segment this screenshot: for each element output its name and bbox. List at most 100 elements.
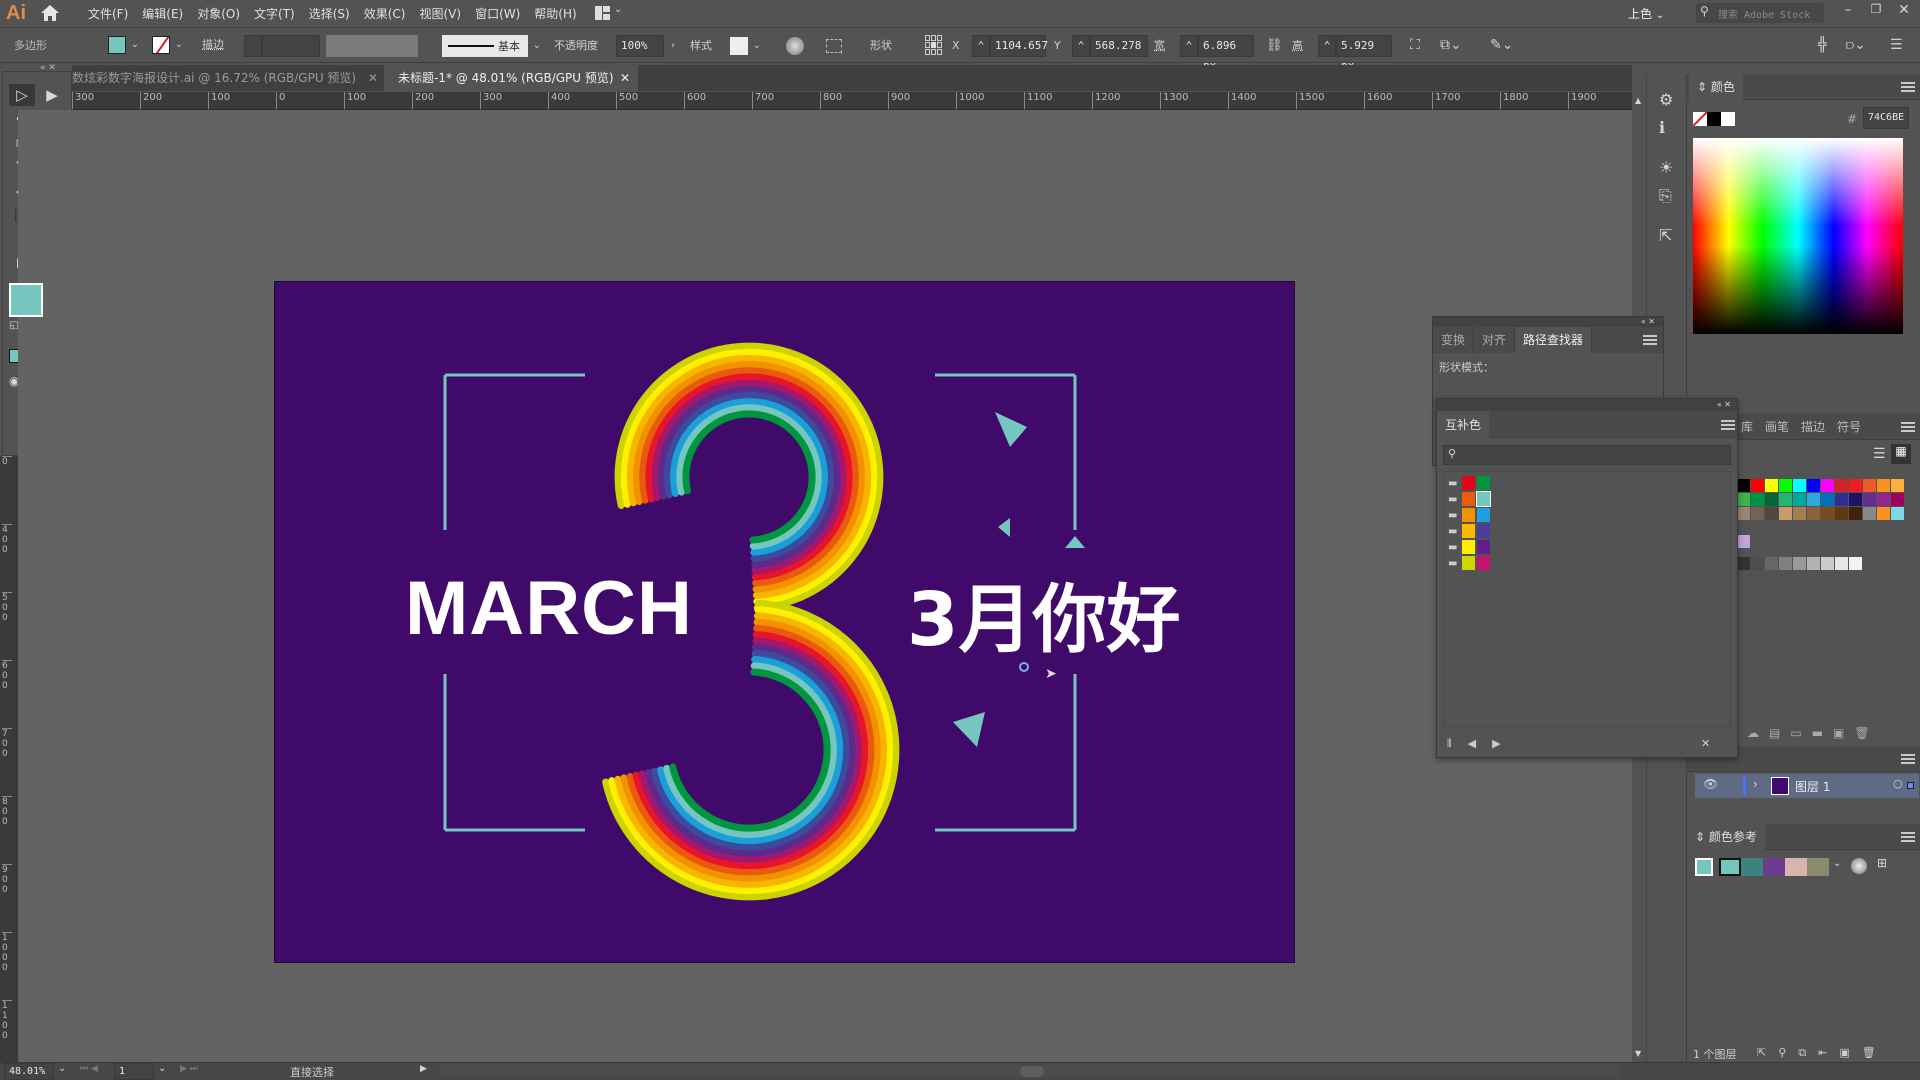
swatch[interactable] — [1835, 557, 1848, 570]
swatch[interactable] — [1863, 493, 1876, 506]
width-stepper[interactable]: ⌃ — [1180, 35, 1198, 57]
panel-menu-icon[interactable] — [1901, 82, 1915, 92]
color-swatch[interactable] — [1462, 556, 1475, 570]
tab-stroke[interactable]: 描边 — [1801, 414, 1825, 440]
panel-collapse-close[interactable]: « ✕ — [1437, 399, 1737, 411]
recolor-artwork-icon[interactable] — [786, 37, 804, 55]
menu-item[interactable]: 文字(T) — [254, 5, 295, 22]
fill-dropdown[interactable]: ⌄ — [128, 34, 142, 56]
align-to-icon[interactable] — [826, 39, 842, 53]
color-group-row[interactable]: ▬ — [1448, 524, 1490, 538]
tab-transform[interactable]: 变换 — [1433, 327, 1475, 353]
brush-dropdown[interactable]: ⌄ — [530, 35, 544, 57]
swatch[interactable] — [1751, 493, 1764, 506]
appearance-icon[interactable]: ☀ — [1659, 158, 1673, 177]
swatch[interactable] — [1863, 507, 1876, 520]
workspace-select[interactable]: 上色 ⌄ — [1628, 5, 1664, 22]
swatch-search-input[interactable]: ⚲ — [1443, 445, 1731, 465]
tab-pathfinder[interactable]: 路径查找器 — [1515, 327, 1593, 353]
menu-item[interactable]: 选择(S) — [309, 5, 350, 22]
selected-anchor-icon[interactable] — [1019, 662, 1029, 672]
menu-item[interactable]: 编辑(E) — [142, 5, 183, 22]
x-input[interactable]: 1104.657 — [990, 35, 1048, 57]
minimize-button[interactable]: – — [1834, 2, 1862, 24]
tab-color[interactable]: ⇕ 颜色 — [1689, 74, 1743, 100]
new-color-group-icon[interactable]: ▬ — [1812, 726, 1823, 740]
graphic-style-swatch[interactable] — [730, 37, 748, 55]
next-artboard-icon[interactable]: ▶ ⏭ — [180, 1064, 198, 1074]
align-icon[interactable]: ╬ — [1818, 34, 1826, 56]
status-menu-icon[interactable]: ▶ — [420, 1064, 427, 1074]
color-group-row[interactable]: ▬ — [1448, 508, 1490, 522]
menu-item[interactable]: 帮助(H) — [534, 5, 576, 22]
export-layer-icon[interactable]: ⇱ — [1757, 1046, 1766, 1060]
march-text[interactable]: MARCH — [405, 565, 693, 652]
save-color-group-icon[interactable]: ⊞ — [1877, 856, 1887, 870]
asset-export-icon[interactable]: ⎘ — [1659, 186, 1672, 206]
menu-item[interactable]: 文件(F) — [88, 5, 128, 22]
swatch[interactable] — [1821, 479, 1834, 492]
chinese-greeting-text[interactable]: 3月你好 — [907, 560, 1181, 667]
swatch[interactable] — [1737, 535, 1750, 548]
swatch[interactable] — [1737, 493, 1750, 506]
color-swatch[interactable] — [1462, 476, 1475, 490]
selection-tool-icon[interactable]: ▷ — [9, 84, 35, 106]
export-icon[interactable]: ⇱ — [1659, 226, 1672, 245]
home-icon[interactable] — [40, 4, 60, 22]
artboard-dropdown[interactable]: ⌄ — [158, 1063, 166, 1074]
color-swatch[interactable] — [1477, 556, 1490, 570]
selection-indicator[interactable] — [1907, 782, 1914, 789]
tab-libraries[interactable]: 库 — [1741, 414, 1753, 440]
delete-swatch-icon[interactable]: 🗑 — [1854, 726, 1869, 740]
color-group-row[interactable]: ▬ — [1448, 540, 1490, 554]
color-group-row[interactable]: ▬ — [1448, 491, 1491, 507]
swatch[interactable] — [1849, 479, 1862, 492]
swatch[interactable] — [1779, 479, 1792, 492]
reference-point-icon[interactable] — [925, 35, 943, 55]
swatch[interactable] — [1821, 507, 1834, 520]
swatch[interactable] — [1877, 493, 1890, 506]
swatch[interactable] — [1737, 507, 1750, 520]
color-swatch[interactable] — [1462, 524, 1475, 538]
opacity-input[interactable]: 100% — [616, 35, 664, 57]
color-group-row[interactable]: ▬ — [1448, 476, 1490, 490]
color-swatch[interactable] — [1462, 508, 1475, 522]
stroke-dropdown[interactable]: ⌄ — [172, 34, 186, 56]
info-icon[interactable]: ℹ — [1659, 118, 1665, 137]
tab-symbols[interactable]: 符号 — [1837, 414, 1861, 440]
panel-menu-icon[interactable] — [1901, 754, 1915, 764]
panel-menu-icon[interactable] — [1901, 832, 1915, 842]
swatch[interactable] — [1807, 507, 1820, 520]
delete-layer-icon[interactable]: 🗑 — [1862, 1046, 1876, 1060]
edit-colors-icon[interactable] — [1851, 858, 1867, 874]
stock-search[interactable]: ⚲ 搜索 Adobe Stock — [1696, 3, 1824, 23]
brush-definition[interactable]: 基本 — [442, 35, 528, 57]
swatch[interactable] — [1779, 493, 1792, 506]
height-stepper[interactable]: ⌃ — [1318, 35, 1336, 57]
swatch[interactable] — [1765, 493, 1778, 506]
harmony-swatch[interactable] — [1807, 858, 1829, 876]
tab-color-guide[interactable]: ⇕ 颜色参考 — [1687, 824, 1765, 850]
properties-icon[interactable]: ⚙ — [1659, 90, 1673, 109]
tab-document-1[interactable]: 数炫彩数字海报设计.ai @ 16.72% (RGB/GPU 预览) ✕ — [72, 65, 384, 91]
panel-menu-icon[interactable] — [1643, 335, 1657, 345]
color-swatch[interactable] — [1477, 524, 1490, 538]
y-input[interactable]: 568.278 px — [1090, 35, 1148, 57]
horizontal-ruler[interactable]: 300 200 100 0 100 200 300 400 500 600 700 800 900 100… — [72, 92, 1632, 110]
color-spectrum[interactable] — [1693, 138, 1903, 334]
tab-document-2[interactable]: 未标题-1* @ 48.01% (RGB/GPU 预览) ✕ — [384, 65, 638, 91]
next-library-icon[interactable]: ▶ — [1492, 737, 1500, 751]
select-similar-icon[interactable]: ⧉⌄ — [1440, 34, 1462, 56]
edit-contents-icon[interactable]: ✎⌄ — [1490, 34, 1513, 56]
swatch[interactable] — [1765, 507, 1778, 520]
swatch[interactable] — [1807, 493, 1820, 506]
zoom-dropdown[interactable]: ⌄ — [58, 1063, 66, 1074]
artboard[interactable]: MARCH 3月你好 ➤ — [274, 281, 1295, 963]
workspace-switcher-icon[interactable]: ⌄ — [595, 4, 623, 22]
black-swatch[interactable] — [1707, 112, 1721, 126]
new-sublayer-icon[interactable]: ⇤ — [1818, 1046, 1827, 1060]
swatch[interactable] — [1835, 479, 1848, 492]
horizontal-scrollbar[interactable] — [440, 1065, 1620, 1078]
stroke-swatch[interactable] — [152, 36, 170, 54]
close-window-button[interactable]: ✕ — [1890, 2, 1918, 24]
